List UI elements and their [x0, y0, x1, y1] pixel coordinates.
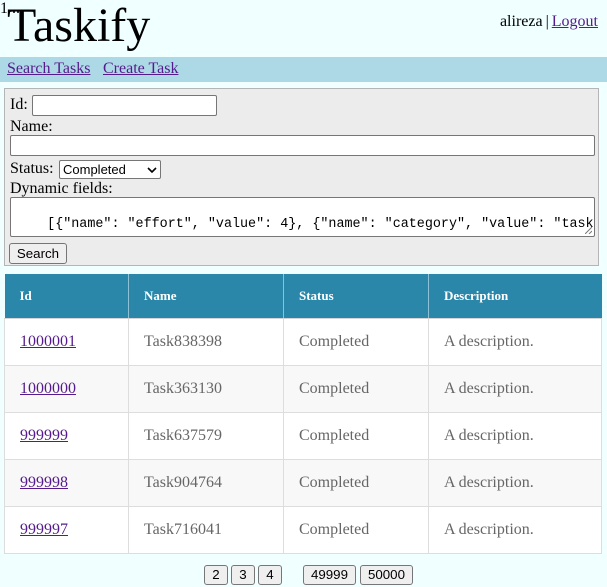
status-label: Status:: [10, 160, 54, 177]
table-header-row: Id Name Status Description: [4, 274, 602, 319]
task-status-cell: Completed: [283, 412, 429, 460]
search-form: Id: Name: Status: Completed Dynamic fiel…: [4, 88, 599, 266]
task-description-cell: A description.: [428, 412, 602, 460]
task-status-cell: Completed: [283, 459, 429, 507]
task-id-cell: 999999: [4, 412, 129, 460]
task-description-cell: A description.: [428, 365, 602, 413]
resize-grip-icon[interactable]: [585, 227, 592, 234]
column-header-description: Description: [428, 274, 602, 319]
table-row: 1000001 Task838398 Completed A descripti…: [4, 318, 602, 366]
task-id-cell: 999998: [4, 459, 129, 507]
search-button[interactable]: Search: [9, 243, 67, 264]
task-description-cell: A description.: [428, 459, 602, 507]
task-status-cell: Completed: [283, 318, 429, 366]
id-input[interactable]: [32, 95, 217, 116]
task-id-link[interactable]: 1000000: [20, 380, 76, 397]
name-label: Name:: [10, 118, 53, 135]
dynamic-fields-label: Dynamic fields:: [10, 180, 113, 197]
table-row: 999999 Task637579 Completed A descriptio…: [4, 412, 602, 460]
chevron-down-icon: [147, 167, 157, 174]
page-49999-button[interactable]: 49999: [303, 565, 356, 585]
page-4-button[interactable]: 4: [258, 565, 282, 585]
column-header-status: Status: [283, 274, 429, 319]
task-id-link[interactable]: 999998: [20, 474, 68, 491]
nav-create-task-link[interactable]: Create Task: [103, 60, 178, 78]
task-description-cell: A description.: [428, 506, 602, 554]
task-id-cell: 999997: [4, 506, 129, 554]
status-select-value: Completed: [63, 162, 126, 177]
task-name-cell: Task637579: [128, 412, 284, 460]
task-id-link[interactable]: 1000001: [20, 333, 76, 350]
task-id-link[interactable]: 999999: [20, 427, 68, 444]
id-label: Id:: [10, 96, 28, 113]
nav-search-tasks-link[interactable]: Search Tasks: [7, 60, 90, 78]
table-row: 999998 Task904764 Completed A descriptio…: [4, 459, 602, 507]
task-id-cell: 1000001: [4, 318, 129, 366]
username: alireza: [499, 13, 543, 30]
results-table: Id Name Status Description 1000001 Task8…: [4, 274, 602, 554]
nav-bar: Search Tasks Create Task: [0, 57, 607, 82]
task-name-cell: Task363130: [128, 365, 284, 413]
user-separator: |: [545, 13, 549, 30]
table-row: 999997 Task716041 Completed A descriptio…: [4, 506, 602, 554]
app-title: Taskify: [7, 0, 151, 52]
task-status-cell: Completed: [283, 365, 429, 413]
task-status-cell: Completed: [283, 506, 429, 554]
task-name-cell: Task838398: [128, 318, 284, 366]
page-50000-button[interactable]: 50000: [360, 565, 413, 585]
task-description-cell: A description.: [428, 318, 602, 366]
user-area: alireza | Logout: [500, 13, 598, 31]
column-header-id: Id: [4, 274, 129, 319]
header: Taskify alireza | Logout: [0, 0, 607, 56]
table-row: 1000000 Task363130 Completed A descripti…: [4, 365, 602, 413]
name-input[interactable]: [10, 135, 595, 156]
status-select[interactable]: Completed: [59, 160, 161, 179]
page-3-button[interactable]: 3: [231, 565, 255, 585]
column-header-name: Name: [128, 274, 284, 319]
logout-link[interactable]: Logout: [552, 13, 598, 30]
page-2-button[interactable]: 2: [204, 565, 228, 585]
task-name-cell: Task716041: [128, 506, 284, 554]
task-id-link[interactable]: 999997: [20, 521, 68, 538]
dynamic-fields-textarea[interactable]: [{"name": "effort", "value": 4}, {"name"…: [10, 197, 595, 237]
task-name-cell: Task904764: [128, 459, 284, 507]
dynamic-fields-value: [{"name": "effort", "value": 4}, {"name"…: [47, 217, 595, 232]
task-id-cell: 1000000: [4, 365, 129, 413]
